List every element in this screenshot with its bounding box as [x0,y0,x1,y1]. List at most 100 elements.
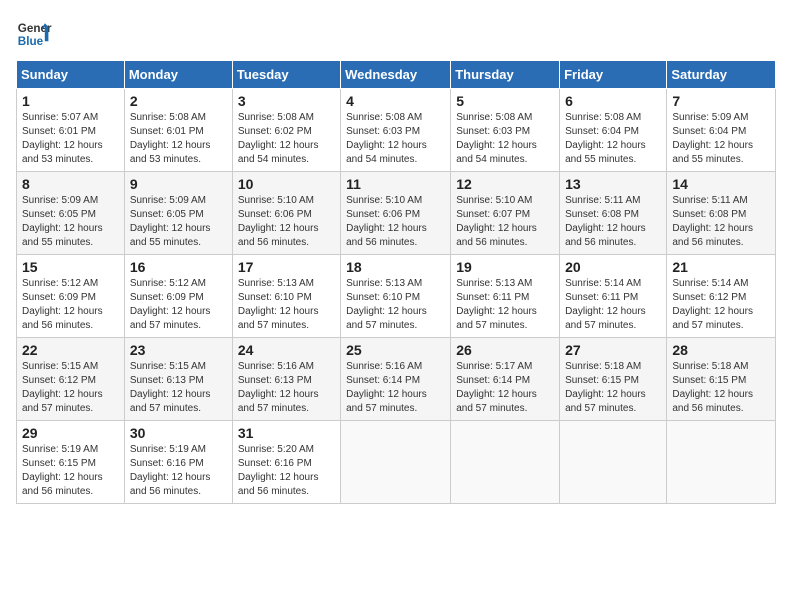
day-info: Sunrise: 5:16 AM Sunset: 6:13 PM Dayligh… [238,360,335,416]
weekday-header: Friday [560,61,667,89]
day-number: 13 [565,176,661,192]
day-info: Sunrise: 5:12 AM Sunset: 6:09 PM Dayligh… [22,277,119,333]
day-info: Sunrise: 5:11 AM Sunset: 6:08 PM Dayligh… [565,194,661,250]
calendar-day-cell: 17 Sunrise: 5:13 AM Sunset: 6:10 PM Dayli… [232,255,340,338]
calendar-day-cell [560,421,667,504]
day-number: 8 [22,176,119,192]
day-number: 30 [130,425,227,441]
day-info: Sunrise: 5:10 AM Sunset: 6:06 PM Dayligh… [238,194,335,250]
day-number: 28 [672,342,770,358]
logo: General Blue [16,16,52,52]
day-number: 12 [456,176,554,192]
day-info: Sunrise: 5:08 AM Sunset: 6:03 PM Dayligh… [346,111,445,167]
calendar-day-cell: 19 Sunrise: 5:13 AM Sunset: 6:11 PM Dayli… [451,255,560,338]
calendar-day-cell: 20 Sunrise: 5:14 AM Sunset: 6:11 PM Dayli… [560,255,667,338]
day-number: 15 [22,259,119,275]
calendar-day-cell: 27Sunrise: 5:18 AM Sunset: 6:15 PM Dayli… [560,338,667,421]
day-number: 14 [672,176,770,192]
calendar-day-cell: 30 Sunrise: 5:19 AM Sunset: 6:16 PM Dayli… [124,421,232,504]
calendar-day-cell: 10 Sunrise: 5:10 AM Sunset: 6:06 PM Dayli… [232,172,340,255]
day-info: Sunrise: 5:09 AM Sunset: 6:05 PM Dayligh… [130,194,227,250]
weekday-header: Thursday [451,61,560,89]
calendar-week-row: 22 Sunrise: 5:15 AM Sunset: 6:12 PM Dayli… [17,338,776,421]
day-number: 6 [565,93,661,109]
header-row: SundayMondayTuesdayWednesdayThursdayFrid… [17,61,776,89]
day-number: 22 [22,342,119,358]
day-number: 10 [238,176,335,192]
weekday-header: Tuesday [232,61,340,89]
calendar-day-cell: 18 Sunrise: 5:13 AM Sunset: 6:10 PM Dayli… [341,255,451,338]
calendar-table: SundayMondayTuesdayWednesdayThursdayFrid… [16,60,776,504]
day-number: 23 [130,342,227,358]
calendar-week-row: 29 Sunrise: 5:19 AM Sunset: 6:15 PM Dayli… [17,421,776,504]
calendar-day-cell: 14Sunrise: 5:11 AM Sunset: 6:08 PM Dayli… [667,172,776,255]
header: General Blue [16,16,776,52]
day-number: 11 [346,176,445,192]
day-number: 19 [456,259,554,275]
day-info: Sunrise: 5:15 AM Sunset: 6:13 PM Dayligh… [130,360,227,416]
calendar-day-cell: 6 Sunrise: 5:08 AM Sunset: 6:04 PM Daylig… [560,89,667,172]
weekday-header: Monday [124,61,232,89]
calendar-day-cell: 7 Sunrise: 5:09 AM Sunset: 6:04 PM Daylig… [667,89,776,172]
day-info: Sunrise: 5:15 AM Sunset: 6:12 PM Dayligh… [22,360,119,416]
calendar-day-cell: 2 Sunrise: 5:08 AM Sunset: 6:01 PM Daylig… [124,89,232,172]
svg-text:Blue: Blue [18,35,44,48]
logo-icon: General Blue [16,16,52,52]
day-info: Sunrise: 5:08 AM Sunset: 6:01 PM Dayligh… [130,111,227,167]
day-number: 27 [565,342,661,358]
weekday-header: Sunday [17,61,125,89]
calendar-day-cell [667,421,776,504]
day-info: Sunrise: 5:16 AM Sunset: 6:14 PM Dayligh… [346,360,445,416]
calendar-day-cell: 28 Sunrise: 5:18 AM Sunset: 6:15 PM Dayli… [667,338,776,421]
day-info: Sunrise: 5:19 AM Sunset: 6:15 PM Dayligh… [22,443,119,499]
day-number: 29 [22,425,119,441]
day-number: 20 [565,259,661,275]
day-number: 16 [130,259,227,275]
day-info: Sunrise: 5:12 AM Sunset: 6:09 PM Dayligh… [130,277,227,333]
calendar-day-cell: 22 Sunrise: 5:15 AM Sunset: 6:12 PM Dayli… [17,338,125,421]
day-info: Sunrise: 5:09 AM Sunset: 6:05 PM Dayligh… [22,194,119,250]
day-info: Sunrise: 5:14 AM Sunset: 6:11 PM Dayligh… [565,277,661,333]
day-number: 3 [238,93,335,109]
day-info: Sunrise: 5:18 AM Sunset: 6:15 PM Dayligh… [672,360,770,416]
day-info: Sunrise: 5:09 AM Sunset: 6:04 PM Dayligh… [672,111,770,167]
day-number: 17 [238,259,335,275]
calendar-day-cell: 15 Sunrise: 5:12 AM Sunset: 6:09 PM Dayli… [17,255,125,338]
calendar-day-cell: 13 Sunrise: 5:11 AM Sunset: 6:08 PM Dayli… [560,172,667,255]
day-info: Sunrise: 5:13 AM Sunset: 6:10 PM Dayligh… [346,277,445,333]
day-number: 5 [456,93,554,109]
calendar-day-cell: 29 Sunrise: 5:19 AM Sunset: 6:15 PM Dayli… [17,421,125,504]
calendar-day-cell: 21 Sunrise: 5:14 AM Sunset: 6:12 PM Dayli… [667,255,776,338]
day-number: 9 [130,176,227,192]
day-number: 18 [346,259,445,275]
calendar-day-cell: 31Sunrise: 5:20 AM Sunset: 6:16 PM Dayli… [232,421,340,504]
calendar-day-cell: 24 Sunrise: 5:16 AM Sunset: 6:13 PM Dayli… [232,338,340,421]
day-info: Sunrise: 5:19 AM Sunset: 6:16 PM Dayligh… [130,443,227,499]
day-number: 7 [672,93,770,109]
day-number: 1 [22,93,119,109]
calendar-week-row: 15 Sunrise: 5:12 AM Sunset: 6:09 PM Dayli… [17,255,776,338]
day-number: 21 [672,259,770,275]
calendar-week-row: 1 Sunrise: 5:07 AM Sunset: 6:01 PM Daylig… [17,89,776,172]
day-number: 31 [238,425,335,441]
day-info: Sunrise: 5:13 AM Sunset: 6:10 PM Dayligh… [238,277,335,333]
weekday-header: Wednesday [341,61,451,89]
calendar-day-cell: 11 Sunrise: 5:10 AM Sunset: 6:06 PM Dayli… [341,172,451,255]
day-info: Sunrise: 5:14 AM Sunset: 6:12 PM Dayligh… [672,277,770,333]
day-info: Sunrise: 5:13 AM Sunset: 6:11 PM Dayligh… [456,277,554,333]
calendar-day-cell: 5 Sunrise: 5:08 AM Sunset: 6:03 PM Daylig… [451,89,560,172]
day-number: 26 [456,342,554,358]
day-info: Sunrise: 5:10 AM Sunset: 6:06 PM Dayligh… [346,194,445,250]
calendar-day-cell: 4 Sunrise: 5:08 AM Sunset: 6:03 PM Daylig… [341,89,451,172]
day-number: 2 [130,93,227,109]
day-info: Sunrise: 5:07 AM Sunset: 6:01 PM Dayligh… [22,111,119,167]
calendar-day-cell: 3Sunrise: 5:08 AM Sunset: 6:02 PM Daylig… [232,89,340,172]
calendar-day-cell: 26Sunrise: 5:17 AM Sunset: 6:14 PM Dayli… [451,338,560,421]
day-number: 24 [238,342,335,358]
calendar-day-cell: 1 Sunrise: 5:07 AM Sunset: 6:01 PM Daylig… [17,89,125,172]
day-number: 4 [346,93,445,109]
calendar-day-cell [451,421,560,504]
day-number: 25 [346,342,445,358]
day-info: Sunrise: 5:08 AM Sunset: 6:04 PM Dayligh… [565,111,661,167]
day-info: Sunrise: 5:08 AM Sunset: 6:03 PM Dayligh… [456,111,554,167]
